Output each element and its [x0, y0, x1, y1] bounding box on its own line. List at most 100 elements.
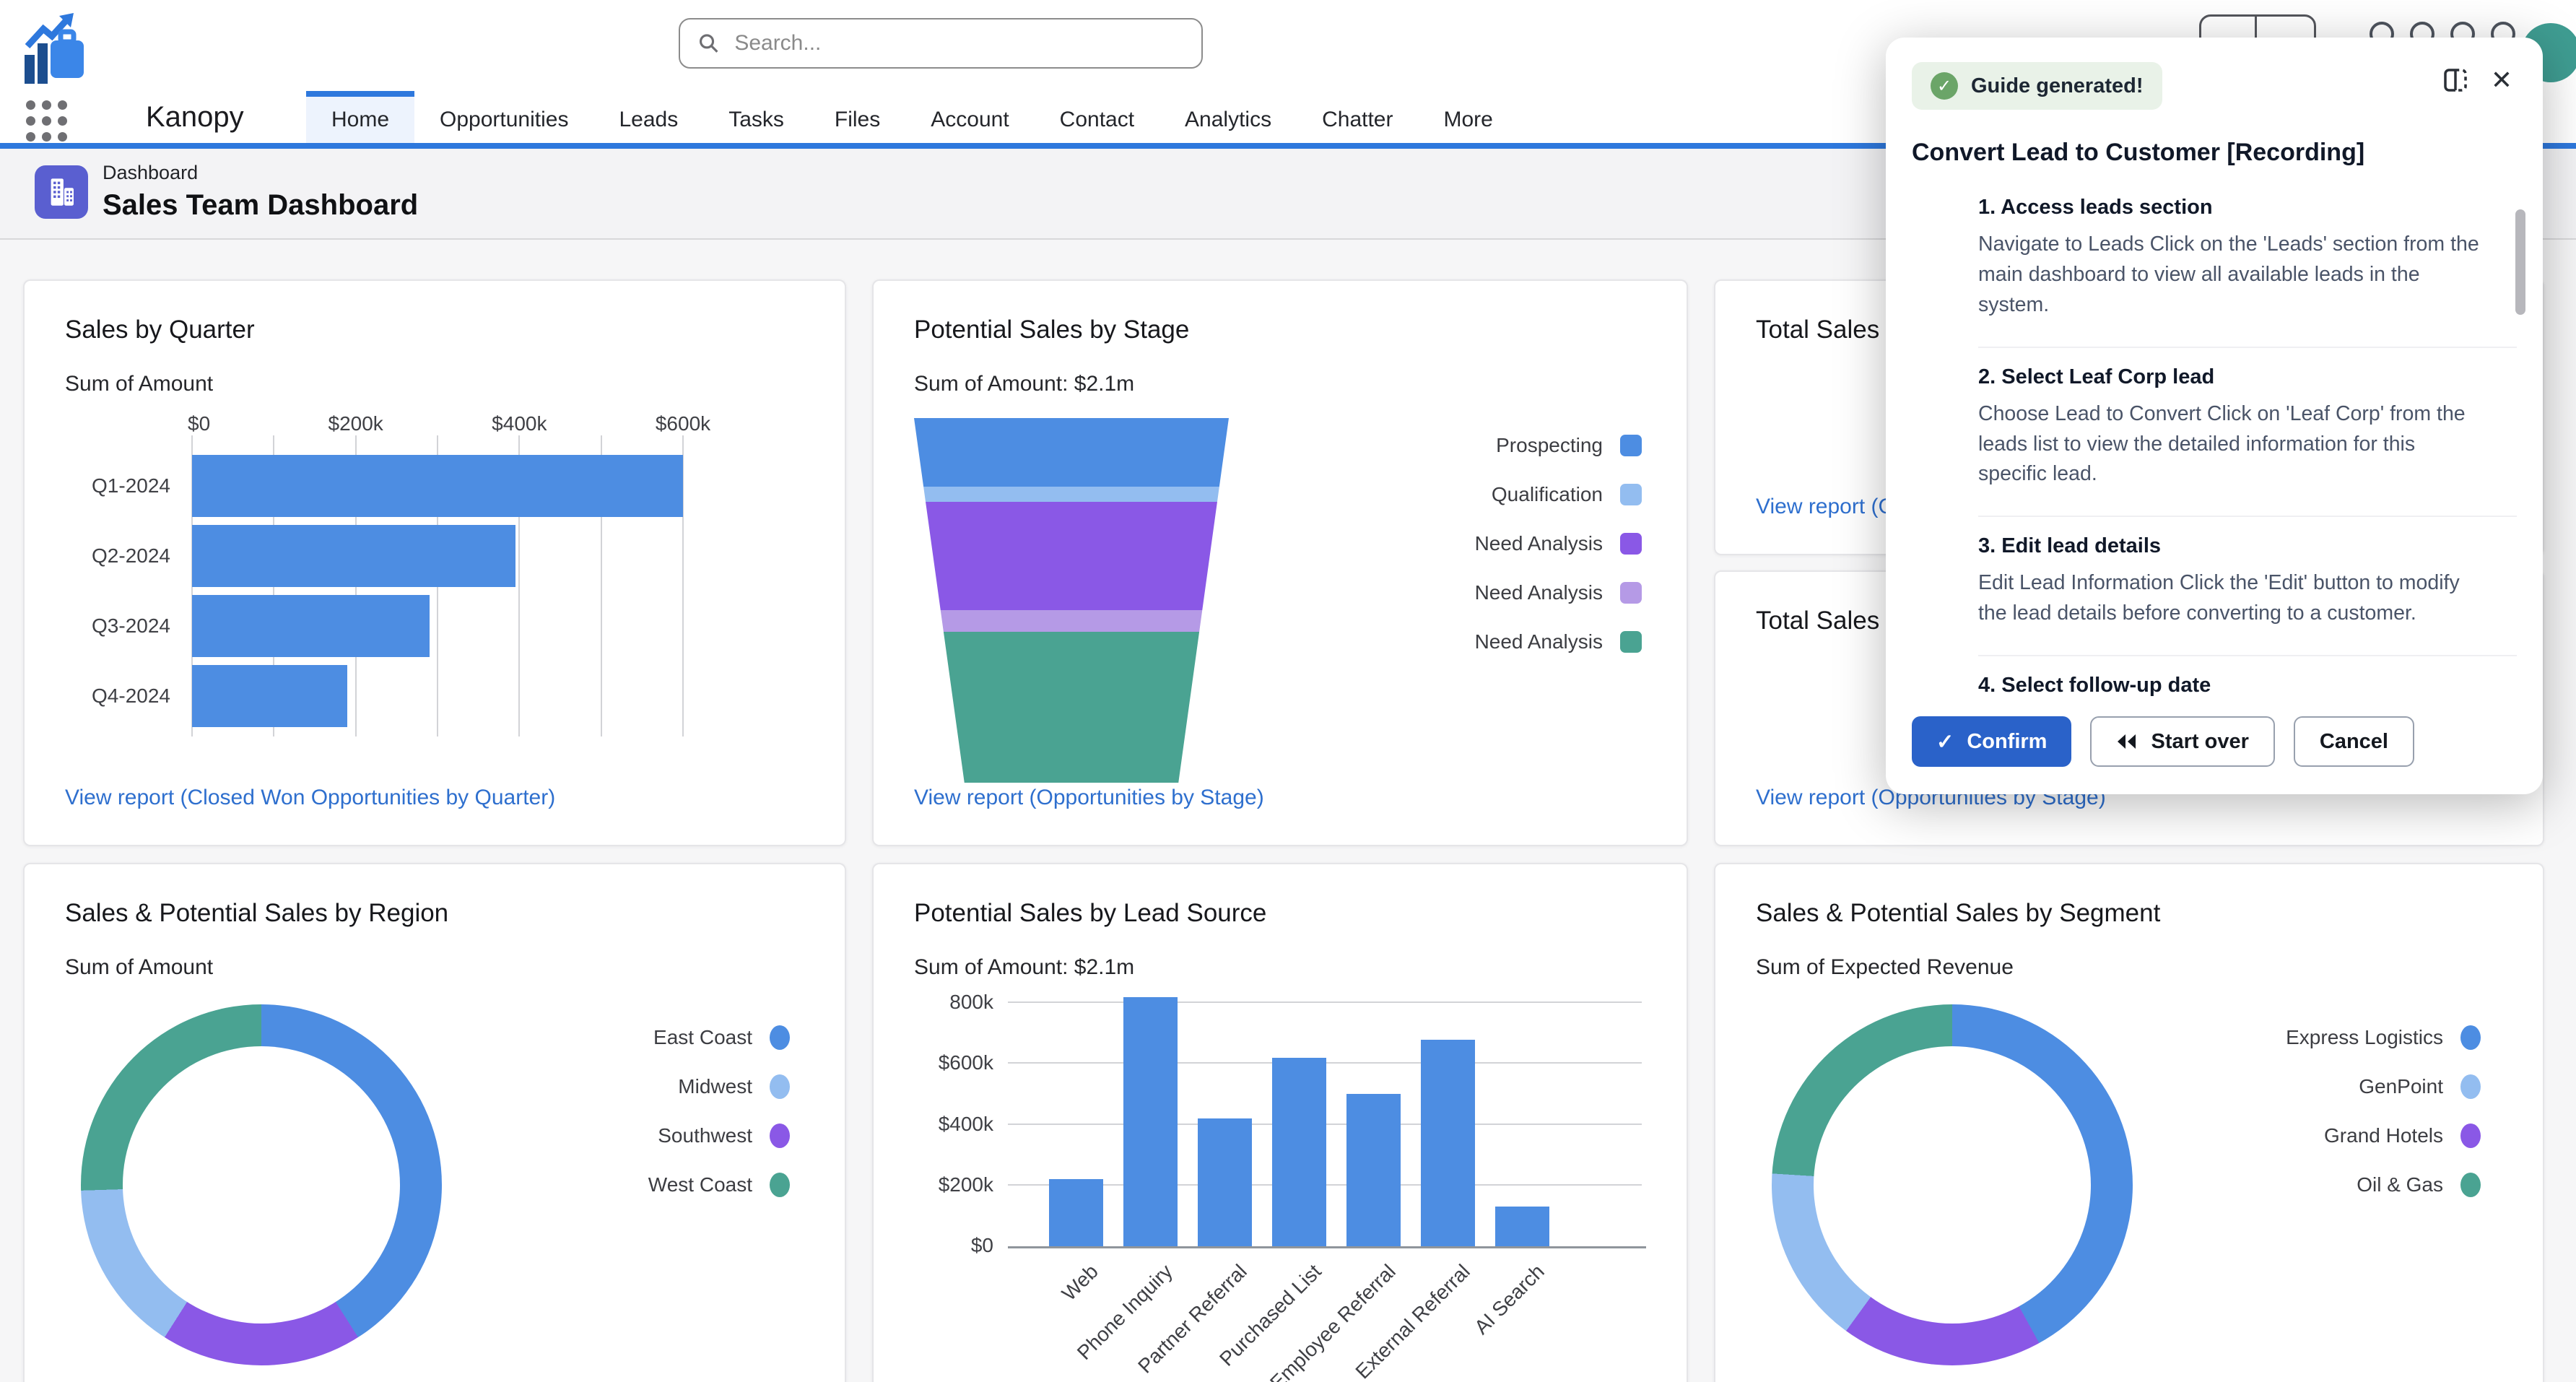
- legend-swatch: [2460, 1124, 2481, 1148]
- legend-label: Qualification: [1492, 483, 1603, 506]
- guide-step: 2. Select Leaf Corp lead Choose Lead to C…: [1978, 347, 2517, 516]
- card-potential-sales-by-stage: Potential Sales by Stage Sum of Amount: …: [872, 279, 1688, 846]
- legend-item: Grand Hotels: [2177, 1111, 2481, 1160]
- y-axis-label: $400k: [914, 1113, 993, 1136]
- funnel-segment: [914, 610, 1229, 632]
- legend-label: Prospecting: [1496, 434, 1603, 457]
- funnel-segment: [914, 487, 1229, 502]
- start-over-button[interactable]: Start over: [2090, 716, 2274, 767]
- legend-swatch: [770, 1173, 790, 1197]
- tab-files[interactable]: Files: [809, 91, 905, 143]
- check-icon: ✓: [1936, 729, 1954, 755]
- card-title: Sales & Potential Sales by Region: [65, 899, 804, 928]
- legend-swatch: [1620, 484, 1642, 505]
- legend-swatch: [770, 1074, 790, 1099]
- tab-contact[interactable]: Contact: [1035, 91, 1159, 143]
- y-axis-label: $200k: [914, 1173, 993, 1196]
- tab-account[interactable]: Account: [905, 91, 1034, 143]
- dock-panel-icon[interactable]: [2440, 65, 2471, 95]
- segment-legend: Express LogisticsGenPointGrand HotelsOil…: [2177, 1013, 2481, 1365]
- region-donut-chart: East CoastMidwestSouthwestWest Coast: [65, 1004, 804, 1365]
- legend-label: Need Analysis: [1475, 581, 1603, 604]
- category-label: Web: [1057, 1260, 1102, 1305]
- scrollbar-thumb[interactable]: [2515, 209, 2525, 315]
- funnel-segment: [914, 418, 1229, 487]
- tab-chatter[interactable]: Chatter: [1297, 91, 1418, 143]
- bar: [192, 455, 683, 517]
- legend-label: West Coast: [648, 1173, 752, 1196]
- guide-step: 3. Edit lead details Edit Lead Informatio…: [1978, 516, 2517, 655]
- donut-segment: [1772, 1004, 2133, 1365]
- step-description: Edit Lead Information Click the 'Edit' b…: [1978, 568, 2487, 629]
- bar-row: Q3-2024: [192, 595, 683, 657]
- donut-region: [81, 1004, 442, 1365]
- legend-swatch: [2460, 1025, 2481, 1050]
- page-kicker: Dashboard: [103, 162, 198, 184]
- y-axis-label: $0: [914, 1234, 993, 1257]
- page-title: Sales Team Dashboard: [103, 189, 418, 222]
- cancel-button[interactable]: Cancel: [2294, 716, 2414, 767]
- category-label: Q2-2024: [92, 544, 170, 568]
- guide-actions: ✓ Confirm Start over Cancel: [1912, 716, 2517, 767]
- step-title: 2. Select Leaf Corp lead: [1978, 365, 2517, 389]
- tab-analytics[interactable]: Analytics: [1159, 91, 1297, 143]
- search-icon: [697, 31, 720, 56]
- legend-label: Need Analysis: [1475, 630, 1603, 653]
- card-subtitle: Sum of Expected Revenue: [1756, 955, 2502, 980]
- step-description: Set Follow-up Date Click on the date pic…: [1978, 708, 2487, 710]
- card-subtitle: Sum of Amount: [65, 372, 804, 396]
- legend-label: Grand Hotels: [2324, 1124, 2443, 1147]
- plot-area: 800k$600k$400k$200k$0: [1008, 997, 1646, 1248]
- card-subtitle: Sum of Amount: $2.1m: [914, 372, 1646, 396]
- nav-tabs: HomeOpportunitiesLeadsTasksFilesAccountC…: [306, 91, 1518, 143]
- legend-swatch: [1620, 631, 1642, 653]
- guide-panel: ✕ ✓ Guide generated! Convert Lead to Cus…: [1886, 38, 2543, 794]
- app-name: Kanopy: [146, 101, 244, 134]
- legend-label: GenPoint: [2359, 1075, 2443, 1098]
- legend-label: Need Analysis: [1475, 532, 1603, 555]
- legend-item: East Coast: [487, 1013, 790, 1062]
- guide-steps: 1. Access leads sectionNavigate to Leads…: [1912, 178, 2517, 710]
- confirm-button[interactable]: ✓ Confirm: [1912, 716, 2071, 767]
- bar: [192, 595, 430, 657]
- step-title: 3. Edit lead details: [1978, 534, 2517, 558]
- view-report-link[interactable]: View report (Opportunities by Stage): [914, 786, 1646, 810]
- legend-item: Express Logistics: [2177, 1013, 2481, 1062]
- global-search[interactable]: [679, 18, 1203, 69]
- bar: [192, 665, 347, 727]
- legend-swatch: [770, 1124, 790, 1148]
- bar-row: Q4-2024: [192, 665, 683, 727]
- tab-home[interactable]: Home: [306, 91, 414, 143]
- category-label: Q4-2024: [92, 685, 170, 708]
- bar-row: Q1-2024: [192, 455, 683, 517]
- bar: [1198, 1118, 1252, 1246]
- stage-legend: Prospecting Qualification Need Analysis Nee…: [1315, 421, 1642, 783]
- badge-label: Guide generated!: [1971, 74, 2144, 98]
- region-legend: East CoastMidwestSouthwestWest Coast: [487, 1013, 790, 1365]
- app-launcher-icon[interactable]: [26, 100, 67, 142]
- view-report-link[interactable]: View report (Closed Won Opportunities by…: [65, 786, 804, 810]
- guide-title: Convert Lead to Customer [Recording]: [1912, 139, 2517, 167]
- funnel-segment: [914, 502, 1229, 610]
- legend-swatch: [770, 1025, 790, 1050]
- legend-item: Qualification: [1315, 470, 1642, 519]
- legend-item: Need Analysis: [1315, 568, 1642, 617]
- tab-opportunities[interactable]: Opportunities: [414, 91, 593, 143]
- step-description: Choose Lead to Convert Click on 'Leaf Co…: [1978, 399, 2487, 490]
- app-logo-icon: [22, 12, 94, 90]
- y-axis-label: 800k: [914, 991, 993, 1014]
- card-title: Sales by Quarter: [65, 316, 804, 344]
- tab-leads[interactable]: Leads: [593, 91, 703, 143]
- tab-more[interactable]: More: [1418, 91, 1518, 143]
- check-circle-icon: ✓: [1931, 72, 1958, 100]
- search-input[interactable]: [733, 30, 1184, 56]
- guide-step: 1. Access leads sectionNavigate to Leads…: [1978, 178, 2517, 347]
- close-icon[interactable]: ✕: [2491, 67, 2512, 93]
- tab-tasks[interactable]: Tasks: [703, 91, 809, 143]
- legend-swatch: [1620, 582, 1642, 604]
- legend-label: East Coast: [653, 1026, 752, 1049]
- card-sales-by-quarter: Sales by Quarter Sum of Amount $0$200k$4…: [23, 279, 846, 846]
- step-title: 4. Select follow-up date: [1978, 674, 2517, 697]
- legend-swatch: [1620, 435, 1642, 456]
- stage-funnel-chart: Prospecting Qualification Need Analysis Nee…: [914, 418, 1646, 783]
